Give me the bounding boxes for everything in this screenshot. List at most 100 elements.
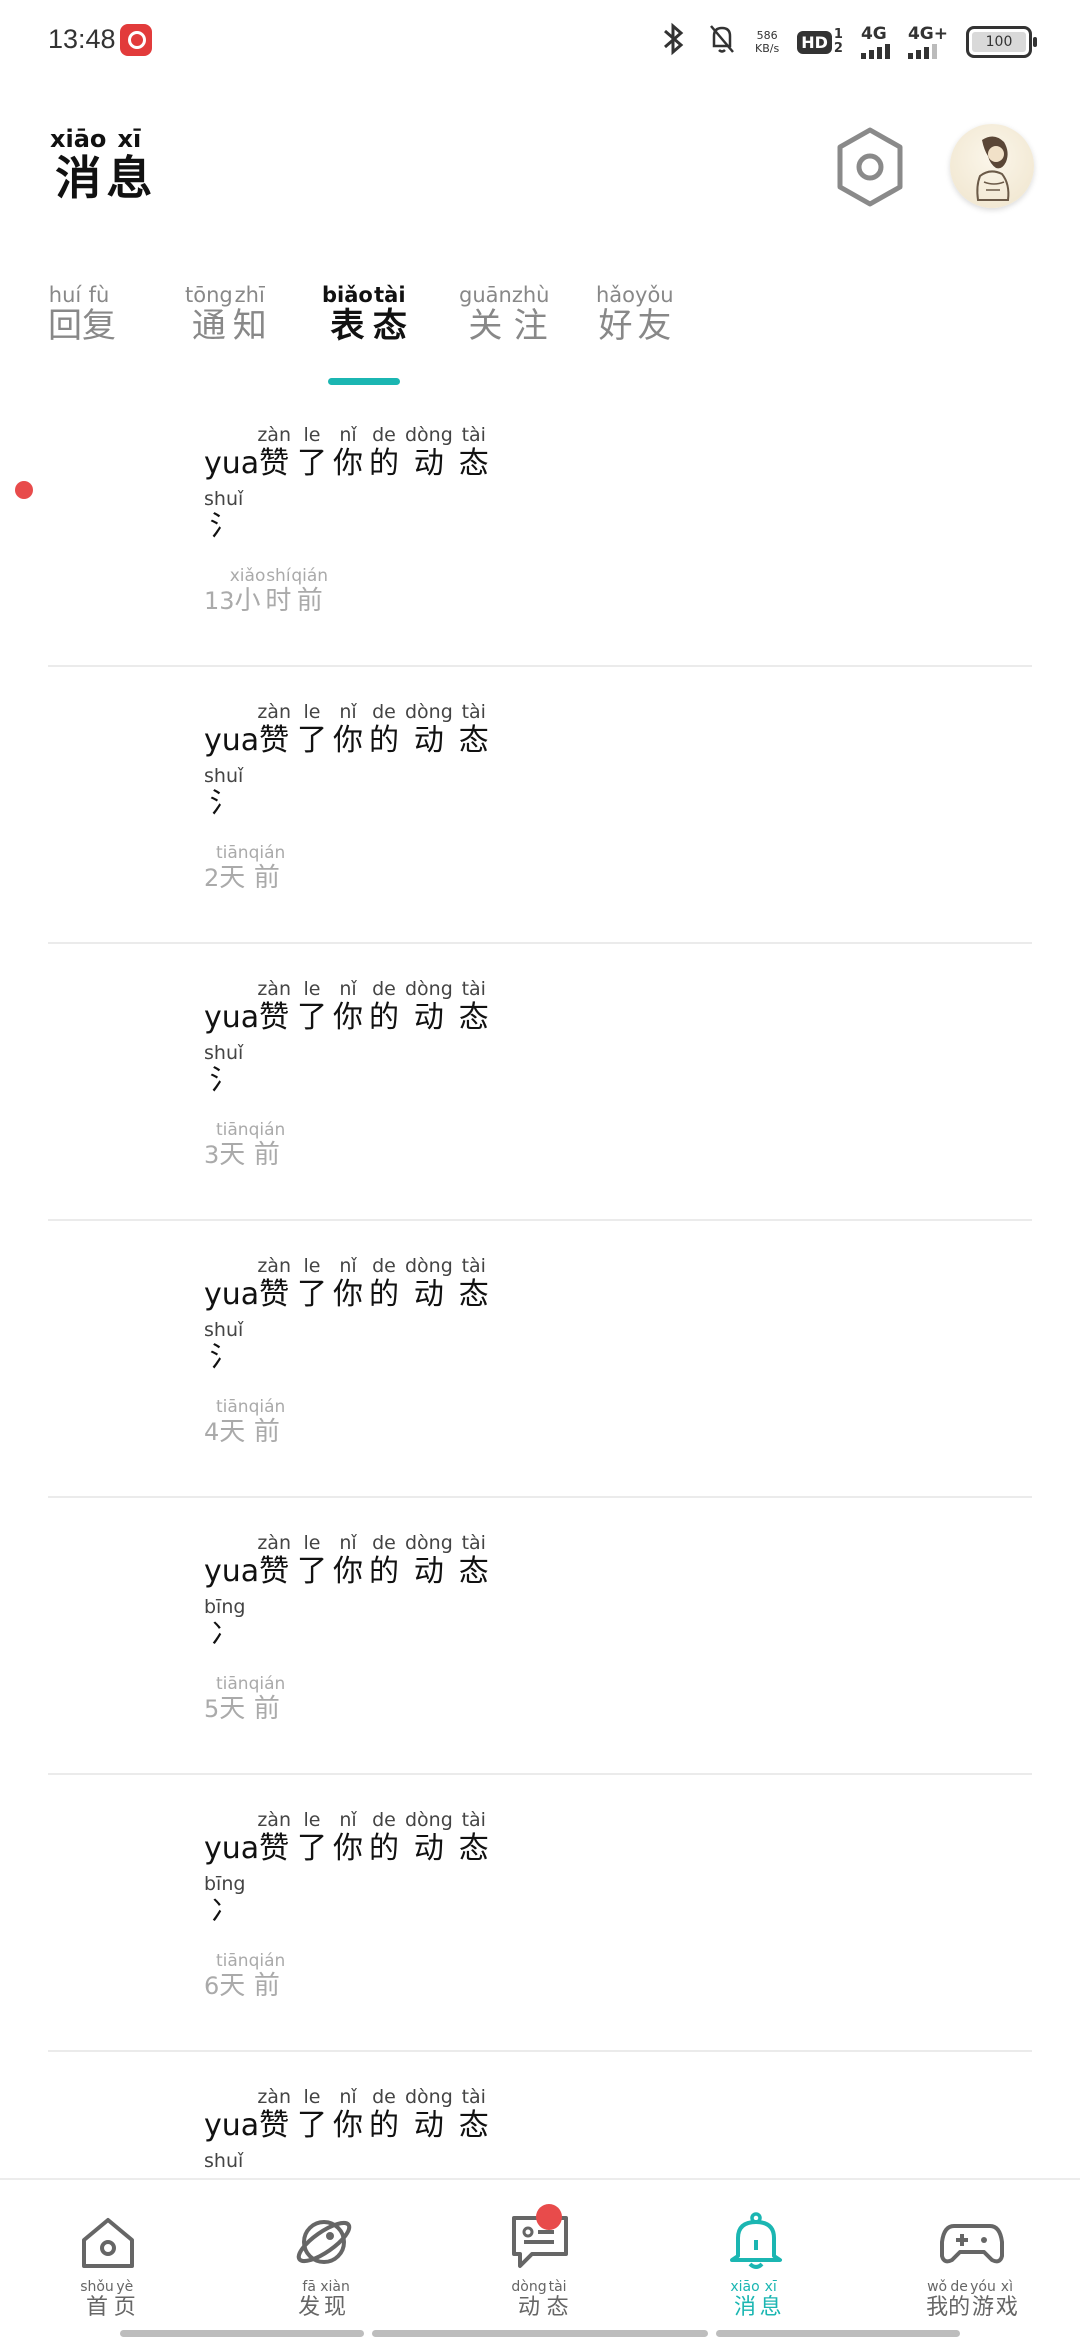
battery-level: 100 — [985, 34, 1013, 50]
message-list: yua赞zàn了le你nǐ的de动dòng态tài 氵shuǐ 13小xiǎo时sh… — [0, 390, 1080, 2178]
user-name[interactable]: yua — [204, 1831, 259, 1866]
user-name[interactable]: yua — [204, 2108, 259, 2143]
ruby-char: 前qián — [248, 843, 286, 893]
ruby-char: 态tài — [458, 1255, 489, 1312]
tab-following[interactable]: 关guān注zhù — [459, 283, 596, 347]
message-text: yua赞zàn了le你nǐ的de动dòng态tài — [204, 424, 495, 482]
ruby-char: 前qián — [248, 1397, 286, 1447]
avatar[interactable] — [950, 124, 1034, 208]
ruby-char: 复fù — [82, 283, 116, 346]
ruby-char: 赞zàn — [257, 2086, 291, 2143]
ruby-char: 天tiān — [216, 1397, 249, 1447]
battery-icon: 100 — [966, 26, 1037, 58]
ruby-char: 你nǐ — [332, 424, 363, 481]
tab-friends[interactable]: 好hǎo友yǒu — [596, 283, 733, 347]
list-item[interactable]: yua赞zàn了le你nǐ的de动dòng态tài 氵shuǐ 3天tiān前qiá… — [0, 944, 1080, 1221]
ruby-char: 天tiān — [216, 1120, 249, 1170]
tab-reactions[interactable]: 表biǎo态tài — [322, 283, 459, 347]
signal1-bars-icon — [860, 43, 890, 59]
ruby-char: 天tiān — [216, 1674, 249, 1724]
planet-icon — [292, 2210, 356, 2274]
message-text: yua赞zàn了le你nǐ的de动dòng态tài — [204, 1809, 495, 1867]
ruby-char: 的de — [368, 701, 399, 758]
ruby-char: 赞zàn — [257, 1255, 291, 1312]
ruby-char: 赞zàn — [257, 1809, 291, 1866]
ruby-char: 你nǐ — [332, 978, 363, 1035]
page-title: 消xiāo息xī — [50, 125, 153, 208]
bluetooth-icon — [659, 21, 689, 64]
ruby-char: 赞zàn — [257, 424, 291, 481]
ruby-char: 天tiān — [216, 843, 249, 893]
user-name[interactable]: yua — [204, 723, 259, 758]
nav-discover[interactable]: 发fā现xiàn — [216, 2180, 432, 2330]
notification-badge — [536, 2204, 562, 2230]
signal-1: 4G — [860, 24, 890, 59]
gamepad-icon — [940, 2210, 1004, 2274]
ruby-char: 的de — [368, 1809, 399, 1866]
signal2-bars-icon — [907, 43, 937, 59]
nav-messages[interactable]: 消xiāo息xī — [648, 2180, 864, 2330]
ruby-char: 了le — [296, 978, 327, 1035]
unread-dot — [15, 481, 33, 499]
nav-label: 发fā现xiàn — [216, 2279, 432, 2321]
ruby-char: 我wǒ — [926, 2279, 949, 2320]
ruby-char: 态tài — [458, 2086, 489, 2143]
ruby-char: 态tài — [458, 978, 489, 1035]
ruby-char: 动dòng — [404, 424, 453, 481]
user-name[interactable]: yua — [204, 1000, 259, 1035]
user-subname: 氵shuǐ — [204, 765, 244, 819]
ruby-char: 表biǎo — [322, 283, 373, 346]
ruby-char: 了le — [296, 1255, 327, 1312]
ruby-char: 天tiān — [216, 1951, 249, 2001]
message-time: 4天tiān前qián — [204, 1397, 286, 1447]
gesture-bar-right — [716, 2330, 960, 2337]
user-subname: 冫bīng — [204, 1596, 246, 1650]
nav-my-games[interactable]: 我wǒ的de游yóu戏xì — [864, 2180, 1080, 2330]
ruby-char: 前qián — [248, 1120, 286, 1170]
ruby-char: 动dòng — [404, 2086, 453, 2143]
ruby-char: 的de — [368, 2086, 399, 2143]
list-item[interactable]: yua赞zàn了le你nǐ的de动dòng态tài shuǐ — [0, 2052, 1080, 2178]
ruby-char: 动dòng — [404, 701, 453, 758]
tab-notice[interactable]: 通tōng知zhī — [185, 283, 322, 347]
list-item[interactable]: yua赞zàn了le你nǐ的de动dòng态tài 冫bīng 6天tiān前qiá… — [0, 1775, 1080, 2052]
user-name[interactable]: yua — [204, 1277, 259, 1312]
status-bar: 13:48 586 KB/s HD 1 2 4G 4G+ 100 — [0, 0, 1080, 84]
mute-bell-icon — [707, 22, 737, 63]
ruby-char: 小xiǎo — [229, 566, 266, 616]
message-time: 3天tiān前qián — [204, 1120, 286, 1170]
title-char: 息xī — [106, 125, 153, 205]
ruby-char: 息xī — [759, 2279, 782, 2320]
ruby-char: 的de — [368, 424, 399, 481]
list-item[interactable]: yua赞zàn了le你nǐ的de动dòng态tài 冫bīng 5天tiān前qiá… — [0, 1498, 1080, 1775]
ruby-char: 发fā — [298, 2279, 321, 2320]
list-item[interactable]: yua赞zàn了le你nǐ的de动dòng态tài 氵shuǐ 4天tiān前qiá… — [0, 1221, 1080, 1498]
tab-active-indicator — [328, 378, 400, 385]
signal1-label: 4G — [860, 24, 887, 44]
list-item[interactable]: yua赞zàn了le你nǐ的de动dòng态tài 氵shuǐ 13小xiǎo时sh… — [0, 390, 1080, 667]
ruby-char: 首shǒu — [80, 2279, 114, 2320]
ruby-char: 赞zàn — [257, 1532, 291, 1589]
user-subname: 氵shuǐ — [204, 1042, 244, 1096]
nav-home[interactable]: 首shǒu页yè — [0, 2180, 216, 2330]
ruby-char: 你nǐ — [332, 1532, 363, 1589]
tab-reply[interactable]: 回huí复fù — [48, 283, 185, 347]
ruby-char: 动dòng — [511, 2279, 547, 2320]
settings-button[interactable] — [834, 126, 906, 208]
user-name[interactable]: yua — [204, 446, 259, 481]
ruby-char: 知zhī — [232, 283, 267, 346]
ruby-char: 态tài — [458, 1532, 489, 1589]
net-speed-value: 586 — [756, 29, 778, 42]
message-text: yua赞zàn了le你nǐ的de动dòng态tài — [204, 701, 495, 759]
list-item[interactable]: yua赞zàn了le你nǐ的de动dòng态tài 氵shuǐ 2天tiān前qiá… — [0, 667, 1080, 944]
bell-icon — [724, 2210, 788, 2274]
sim2-label: 2 — [833, 41, 843, 56]
nav-feed[interactable]: 动dòng态tài — [432, 2180, 648, 2330]
nav-label: 首shǒu页yè — [0, 2279, 216, 2321]
user-name[interactable]: yua — [204, 1554, 259, 1589]
hd-label: HD — [797, 30, 832, 54]
ruby-char: 了le — [296, 701, 327, 758]
ruby-char: 时shí — [265, 566, 292, 616]
ruby-char: 前qián — [291, 566, 329, 616]
ruby-char: 的de — [368, 1532, 399, 1589]
